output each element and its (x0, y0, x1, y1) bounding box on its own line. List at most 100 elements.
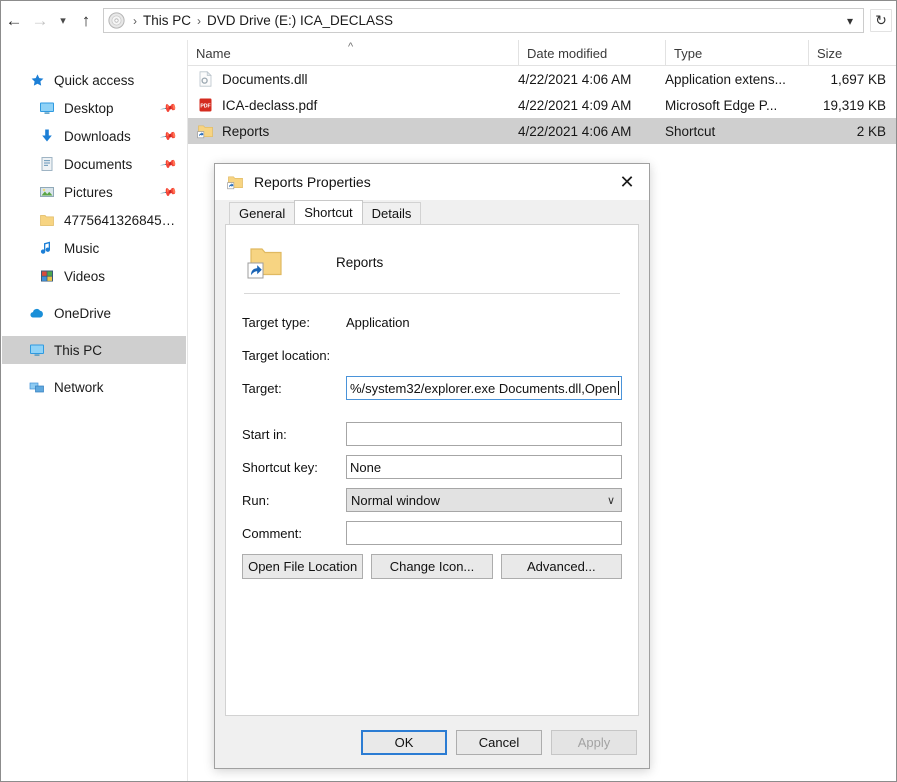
table-row[interactable]: Documents.dll 4/22/2021 4:06 AM Applicat… (188, 66, 897, 92)
open-file-location-button[interactable]: Open File Location (242, 554, 363, 579)
breadcrumb-this-pc[interactable]: This PC (143, 13, 191, 28)
breadcrumb-dvd-drive[interactable]: DVD Drive (E:) ICA_DECLASS (207, 13, 393, 28)
column-header-date-modified[interactable]: Date modified (518, 40, 665, 66)
target-label: Target: (242, 381, 346, 396)
sidebar-item-label: Music (64, 241, 99, 256)
sidebar-item-label: Network (54, 380, 104, 395)
start-in-row: Start in: (242, 422, 622, 446)
breadcrumb-separator: › (191, 14, 207, 28)
file-size-cell: 2 KB (808, 124, 886, 139)
target-type-value: Application (346, 315, 410, 330)
file-name: ICA-declass.pdf (222, 98, 317, 113)
sidebar-item-onedrive[interactable]: OneDrive (2, 299, 186, 327)
shortcut-key-row: Shortcut key: None (242, 455, 622, 479)
comment-label: Comment: (242, 526, 346, 541)
shortcut-key-label: Shortcut key: (242, 460, 346, 475)
close-icon[interactable]: ✕ (605, 164, 649, 200)
file-explorer-window: ← → ▾ ↑ › This PC › DVD Drive (E:) ICA_D… (0, 0, 897, 782)
address-bar[interactable]: › This PC › DVD Drive (E:) ICA_DECLASS ▾ (103, 8, 864, 33)
shortcut-header: Reports (242, 239, 622, 285)
tab-shortcut[interactable]: Shortcut (294, 200, 362, 224)
column-label: Type (674, 46, 702, 61)
divider (244, 293, 620, 294)
sidebar-item-this-pc[interactable]: This PC (2, 336, 186, 364)
sidebar-item-folder-numeric[interactable]: 4775641326845952 (2, 206, 186, 234)
sidebar-item-desktop[interactable]: Desktop 📌 (2, 94, 186, 122)
back-arrow-icon[interactable]: ← (1, 8, 27, 34)
cancel-button[interactable]: Cancel (456, 730, 542, 755)
sidebar-item-network[interactable]: Network (2, 373, 186, 401)
pdf-file-icon: PDF (196, 96, 214, 114)
dialog-tab-strip: General Shortcut Details (215, 200, 649, 224)
video-icon (38, 267, 56, 285)
tab-details[interactable]: Details (362, 202, 422, 224)
sidebar-item-pictures[interactable]: Pictures 📌 (2, 178, 186, 206)
shortcut-key-input[interactable]: None (346, 455, 622, 479)
file-date-cell: 4/22/2021 4:09 AM (518, 98, 631, 113)
shortcut-name: Reports (336, 255, 383, 270)
target-input[interactable]: %/system32/explorer.exe Documents.dll,Op… (346, 376, 622, 400)
ok-button[interactable]: OK (361, 730, 447, 755)
sidebar-item-label: OneDrive (54, 306, 111, 321)
button-label: Change Icon... (390, 559, 475, 574)
picture-icon (38, 183, 56, 201)
cloud-icon (28, 304, 46, 322)
target-location-row: Target location: (242, 343, 622, 367)
change-icon-button[interactable]: Change Icon... (371, 554, 492, 579)
sidebar-item-quick-access[interactable]: Quick access (2, 66, 186, 94)
tab-general[interactable]: General (229, 202, 295, 224)
sidebar-item-label: Videos (64, 269, 105, 284)
apply-button: Apply (551, 730, 637, 755)
sort-ascending-icon: ^ (348, 41, 353, 53)
target-type-label: Target type: (242, 315, 346, 330)
run-select[interactable]: Normal window ∨ (346, 488, 622, 512)
sidebar-item-label: This PC (54, 343, 102, 358)
download-icon (38, 127, 56, 145)
shortcut-tab-panel: Reports Target type: Application Target … (225, 224, 639, 716)
table-row[interactable]: Reports 4/22/2021 4:06 AM Shortcut 2 KB (188, 118, 897, 144)
sidebar-item-music[interactable]: Music (2, 234, 186, 262)
pin-icon[interactable]: 📌 (160, 127, 179, 146)
refresh-icon[interactable]: ↻ (870, 9, 892, 32)
advanced-button[interactable]: Advanced... (501, 554, 622, 579)
file-type-cell: Microsoft Edge P... (665, 98, 777, 113)
button-label: Apply (578, 735, 611, 750)
pin-icon[interactable]: 📌 (160, 155, 179, 174)
start-in-input[interactable] (346, 422, 622, 446)
pin-icon[interactable]: 📌 (160, 99, 179, 118)
table-row[interactable]: PDF ICA-declass.pdf 4/22/2021 4:09 AM Mi… (188, 92, 897, 118)
dialog-title-bar[interactable]: Reports Properties ✕ (215, 164, 649, 200)
sidebar-item-documents[interactable]: Documents 📌 (2, 150, 186, 178)
shortcut-folder-icon (227, 173, 245, 191)
address-dropdown-chevron-icon[interactable]: ▾ (839, 9, 861, 32)
chevron-down-icon[interactable]: ∨ (607, 494, 615, 507)
properties-dialog: Reports Properties ✕ General Shortcut De… (214, 163, 650, 769)
chevron-down-icon[interactable]: ▾ (53, 8, 73, 34)
button-label: Cancel (479, 735, 519, 750)
folder-icon (38, 211, 56, 229)
file-type-cell: Shortcut (665, 124, 715, 139)
shortcut-folder-icon (246, 243, 286, 281)
comment-input[interactable] (346, 521, 622, 545)
file-name: Reports (222, 124, 269, 139)
monitor-icon (38, 99, 56, 117)
sidebar-item-label: Pictures (64, 185, 113, 200)
sidebar-item-videos[interactable]: Videos (2, 262, 186, 290)
run-label: Run: (242, 493, 346, 508)
up-arrow-icon[interactable]: ↑ (73, 8, 99, 34)
column-header-size[interactable]: Size (808, 40, 897, 66)
file-size-cell: 19,319 KB (808, 98, 886, 113)
comment-row: Comment: (242, 521, 622, 545)
pin-icon[interactable]: 📌 (160, 183, 179, 202)
sidebar-item-downloads[interactable]: Downloads 📌 (2, 122, 186, 150)
music-note-icon (38, 239, 56, 257)
shortcut-key-value: None (350, 460, 381, 475)
sidebar-item-label: Documents (64, 157, 132, 172)
file-name-cell: PDF ICA-declass.pdf (196, 96, 317, 114)
button-label: Advanced... (527, 559, 596, 574)
file-name: Documents.dll (222, 72, 308, 87)
column-label: Date modified (527, 46, 607, 61)
run-row: Run: Normal window ∨ (242, 488, 622, 512)
sidebar-item-label: Quick access (54, 73, 134, 88)
column-header-type[interactable]: Type (665, 40, 808, 66)
